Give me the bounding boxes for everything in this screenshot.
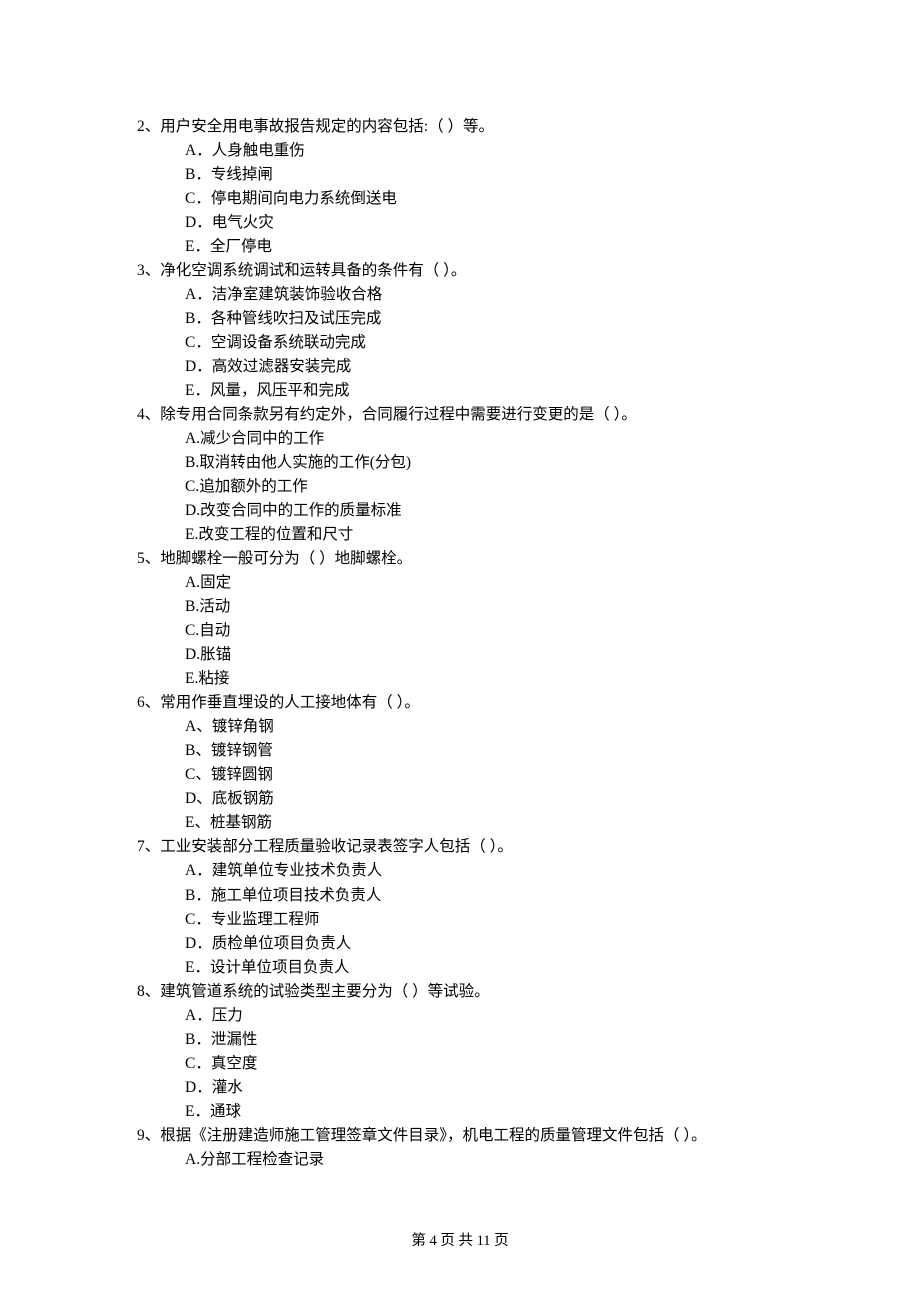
q-body: 根据《注册建造师施工管理签章文件目录》，机电工程的质量管理文件包括（ ）。 [160, 1127, 706, 1144]
question-text: 4、除专用合同条款另有约定外，合同履行过程中需要进行变更的是（ ）。 [137, 403, 785, 427]
question-4: 4、除专用合同条款另有约定外，合同履行过程中需要进行变更的是（ ）。 A.减少合… [137, 403, 785, 547]
q-num: 9、 [137, 1127, 160, 1144]
option-a: A．人身触电重伤 [137, 139, 785, 163]
question-2: 2、用户安全用电事故报告规定的内容包括:（ ）等。 A．人身触电重伤 B．专线掉… [137, 115, 785, 259]
option-a: A.减少合同中的工作 [137, 427, 785, 451]
option-b: B、镀锌钢管 [137, 739, 785, 763]
option-e: E．通球 [137, 1100, 785, 1124]
question-text: 8、建筑管道系统的试验类型主要分为（ ）等试验。 [137, 980, 785, 1004]
question-text: 7、工业安装部分工程质量验收记录表签字人包括（ ）。 [137, 835, 785, 859]
question-5: 5、地脚螺栓一般可分为（ ）地脚螺栓。 A.固定 B.活动 C.自动 D.胀锚 … [137, 547, 785, 691]
option-d: D．质检单位项目负责人 [137, 932, 785, 956]
q-num: 5、 [137, 550, 160, 567]
option-e: E．全厂停电 [137, 235, 785, 259]
option-c: C．空调设备系统联动完成 [137, 331, 785, 355]
q-body: 常用作垂直埋设的人工接地体有（ ）。 [160, 694, 420, 711]
option-e: E．风量，风压平和完成 [137, 379, 785, 403]
q-body: 除专用合同条款另有约定外，合同履行过程中需要进行变更的是（ ）。 [160, 406, 637, 423]
q-body: 建筑管道系统的试验类型主要分为（ ）等试验。 [160, 983, 489, 1000]
question-text: 2、用户安全用电事故报告规定的内容包括:（ ）等。 [137, 115, 785, 139]
q-num: 8、 [137, 983, 160, 1000]
question-text: 6、常用作垂直埋设的人工接地体有（ ）。 [137, 691, 785, 715]
option-b: B．泄漏性 [137, 1028, 785, 1052]
question-text: 3、净化空调系统调试和运转具备的条件有（ ）。 [137, 259, 785, 283]
q-num: 3、 [137, 262, 160, 279]
question-3: 3、净化空调系统调试和运转具备的条件有（ ）。 A．洁净室建筑装饰验收合格 B．… [137, 259, 785, 403]
question-6: 6、常用作垂直埋设的人工接地体有（ ）。 A、镀锌角钢 B、镀锌钢管 C、镀锌圆… [137, 691, 785, 835]
option-d: D、底板钢筋 [137, 787, 785, 811]
question-8: 8、建筑管道系统的试验类型主要分为（ ）等试验。 A．压力 B．泄漏性 C．真空… [137, 980, 785, 1124]
option-e: E．设计单位项目负责人 [137, 956, 785, 980]
option-d: D．高效过滤器安装完成 [137, 355, 785, 379]
q-num: 2、 [137, 118, 160, 135]
question-text: 9、根据《注册建造师施工管理签章文件目录》，机电工程的质量管理文件包括（ ）。 [137, 1124, 785, 1148]
q-body: 地脚螺栓一般可分为（ ）地脚螺栓。 [160, 550, 412, 567]
q-body: 工业安装部分工程质量验收记录表签字人包括（ ）。 [160, 838, 513, 855]
option-a: A．建筑单位专业技术负责人 [137, 859, 785, 883]
option-a: A、镀锌角钢 [137, 715, 785, 739]
option-d: D．灌水 [137, 1076, 785, 1100]
option-c: C．真空度 [137, 1052, 785, 1076]
option-b: B.取消转由他人实施的工作(分包) [137, 451, 785, 475]
option-e: E.粘接 [137, 667, 785, 691]
option-a: A．洁净室建筑装饰验收合格 [137, 283, 785, 307]
option-e: E、桩基钢筋 [137, 811, 785, 835]
question-text: 5、地脚螺栓一般可分为（ ）地脚螺栓。 [137, 547, 785, 571]
option-c: C.追加额外的工作 [137, 475, 785, 499]
option-c: C、镀锌圆钢 [137, 763, 785, 787]
option-d: D.胀锚 [137, 643, 785, 667]
question-7: 7、工业安装部分工程质量验收记录表签字人包括（ ）。 A．建筑单位专业技术负责人… [137, 835, 785, 979]
page-footer: 第 4 页 共 11 页 [0, 1230, 920, 1252]
option-e: E.改变工程的位置和尺寸 [137, 523, 785, 547]
option-b: B.活动 [137, 595, 785, 619]
option-d: D.改变合同中的工作的质量标准 [137, 499, 785, 523]
option-c: C．停电期间向电力系统倒送电 [137, 187, 785, 211]
option-c: C．专业监理工程师 [137, 908, 785, 932]
option-c: C.自动 [137, 619, 785, 643]
option-b: B．各种管线吹扫及试压完成 [137, 307, 785, 331]
option-b: B．施工单位项目技术负责人 [137, 884, 785, 908]
q-body: 用户安全用电事故报告规定的内容包括:（ ）等。 [160, 118, 494, 135]
option-a: A.分部工程检查记录 [137, 1148, 785, 1172]
q-num: 7、 [137, 838, 160, 855]
q-num: 4、 [137, 406, 160, 423]
option-b: B．专线掉闸 [137, 163, 785, 187]
option-d: D．电气火灾 [137, 211, 785, 235]
q-num: 6、 [137, 694, 160, 711]
option-a: A.固定 [137, 571, 785, 595]
option-a: A．压力 [137, 1004, 785, 1028]
question-9: 9、根据《注册建造师施工管理签章文件目录》，机电工程的质量管理文件包括（ ）。 … [137, 1124, 785, 1172]
q-body: 净化空调系统调试和运转具备的条件有（ ）。 [160, 262, 466, 279]
